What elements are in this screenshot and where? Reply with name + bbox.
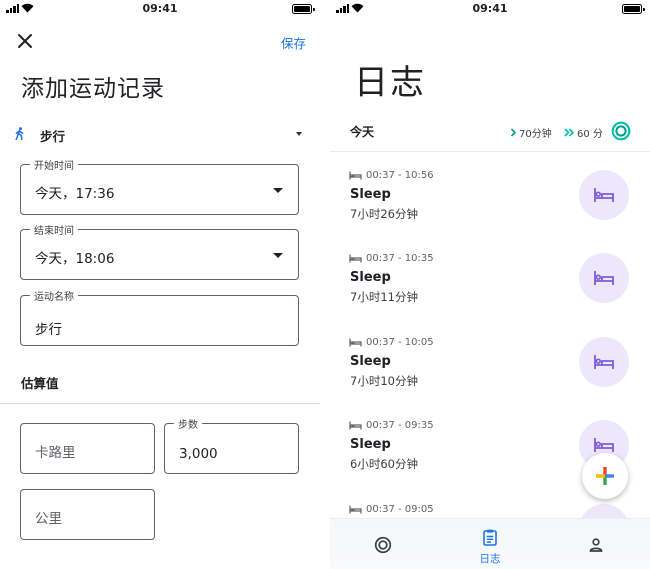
bed-icon [349,505,362,514]
bed-icon [594,271,614,285]
activity-rings-icon[interactable] [611,121,631,141]
journal-entry[interactable]: 00:37 - 10:56 Sleep 7小时26分钟 [330,170,650,254]
entry-time-range: 00:37 - 10:35 [349,253,434,264]
entry-time-text: 00:37 - 10:35 [366,253,434,264]
status-time: 09:41 [472,2,508,15]
walking-icon [15,127,24,140]
dropdown-arrow-icon [273,188,283,193]
clipboard-icon [483,529,497,546]
start-time-value: 今天，17:36 [35,186,115,202]
calories-placeholder: 卡路里 [35,445,76,461]
entry-time-range: 00:37 - 10:05 [349,337,434,348]
today-label: 今天 [350,125,375,139]
bed-icon [349,338,362,347]
heart-points-value: 60 分 [577,129,603,140]
person-icon [589,538,603,552]
entry-name: Sleep [350,187,391,202]
status-bar: 09:41 [0,0,320,18]
entry-name: Sleep [350,270,391,285]
activity-type-label: 步行 [40,129,66,144]
entry-time-text: 00:37 - 09:05 [366,504,434,515]
activity-name-value: 步行 [35,322,62,338]
steps-input[interactable]: 步数 3,000 [164,416,299,474]
entry-duration: 7小时26分钟 [350,207,418,221]
today-summary: 今天 70分钟 60 分 [330,118,650,152]
nav-profile[interactable] [543,519,649,569]
status-bar: 09:41 [330,0,650,18]
entry-time-text: 00:37 - 10:56 [366,170,434,181]
entry-time-range: 00:37 - 10:56 [349,170,434,181]
start-time-select[interactable]: 开始时间 今天，17:36 [20,157,299,215]
move-minutes-value: 70分钟 [519,129,552,140]
journal-entry[interactable]: 00:37 - 10:05 Sleep 7小时10分钟 [330,337,650,421]
save-button[interactable]: 保存 [281,33,306,52]
sleep-badge [579,337,629,387]
end-time-value: 今天，18:06 [35,251,115,267]
status-time: 09:41 [142,2,178,15]
entry-name: Sleep [350,437,391,452]
entry-duration: 7小时10分钟 [350,374,418,388]
entry-time-range: 00:37 - 09:05 [349,504,434,515]
move-minutes-stat: 70分钟 [510,125,552,140]
entry-time-text: 00:37 - 10:05 [366,337,434,348]
bed-icon [594,188,614,202]
page-title: 日志 [354,63,426,103]
journal-entry[interactable]: 00:37 - 10:35 Sleep 7小时11分钟 [330,253,650,337]
end-time-select[interactable]: 结束时间 今天，18:06 [20,222,299,280]
nav-journal-label: 日志 [479,553,501,565]
distance-input[interactable]: 公里 [20,489,155,540]
page-title: 添加运动记录 [21,76,165,102]
journal-screen: 09:41 日志 今天 70分钟 60 分 00:37 - 10:56 Slee… [330,0,650,569]
plus-icon [596,467,614,485]
steps-label: 步数 [174,416,202,431]
bed-icon [349,421,362,430]
sleep-badge [579,253,629,303]
battery-icon [622,4,645,14]
bed-icon [594,438,614,452]
nav-journal[interactable]: 日志 [437,519,543,569]
calories-input[interactable]: 卡路里 [20,423,155,474]
divider [0,403,320,404]
entry-time-text: 00:37 - 09:35 [366,420,434,431]
heart-points-chevron-icon [564,128,575,137]
rings-icon [374,536,392,554]
steps-value: 3,000 [179,446,218,462]
battery-icon [292,4,315,14]
dropdown-arrow-icon [273,253,283,258]
add-entry-button[interactable] [582,453,628,499]
start-time-label: 开始时间 [30,157,78,172]
end-time-label: 结束时间 [30,222,78,237]
close-icon[interactable] [14,30,36,52]
entry-name: Sleep [350,354,391,369]
sleep-badge [579,170,629,220]
dropdown-caret-icon [296,132,302,136]
move-minutes-chevron-icon [510,128,517,137]
activity-name-input[interactable]: 运动名称 步行 [20,288,299,346]
estimates-heading: 估算值 [21,376,59,391]
entry-duration: 6小时60分钟 [350,457,418,471]
bottom-navigation: 日志 [330,518,650,569]
add-activity-screen: 09:41 保存 添加运动记录 步行 开始时间 今天，17:36 结束时间 今天… [0,0,320,569]
heart-points-stat: 60 分 [564,125,603,140]
activity-name-label: 运动名称 [30,288,78,303]
distance-placeholder: 公里 [35,511,62,527]
activity-type-selector[interactable]: 步行 [14,124,306,144]
bed-icon [594,355,614,369]
entry-time-range: 00:37 - 09:35 [349,420,434,431]
nav-home[interactable] [330,519,436,569]
bed-icon [349,171,362,180]
bed-icon [349,254,362,263]
entry-duration: 7小时11分钟 [350,290,418,304]
